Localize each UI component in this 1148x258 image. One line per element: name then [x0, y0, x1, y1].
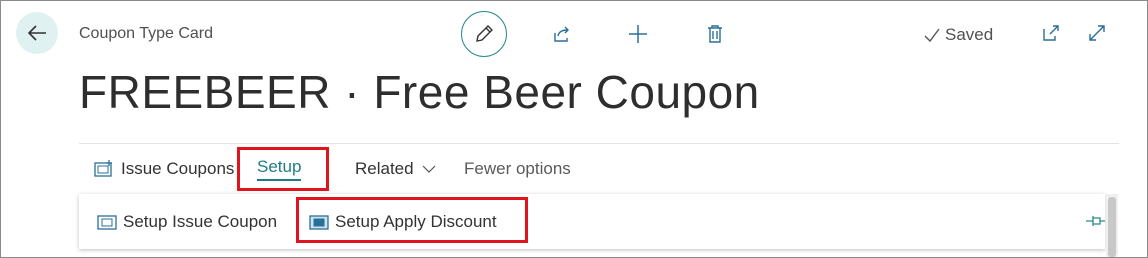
edit-button[interactable]	[461, 11, 507, 57]
setup-issue-coupon-label: Setup Issue Coupon	[123, 211, 278, 231]
fewer-options-label: Fewer options	[464, 159, 571, 178]
issue-coupons-label: Issue Coupons	[121, 159, 235, 178]
new-button[interactable]	[615, 11, 661, 57]
save-status: Saved	[923, 25, 993, 45]
open-in-new-window-icon	[1043, 25, 1059, 41]
plus-icon	[629, 25, 647, 43]
page-frame: Coupon Type Card Saved FREEBEER · Free B…	[0, 0, 1148, 258]
related-label: Related	[355, 159, 414, 178]
action-bar: Issue Coupons Setup Related Fewer option…	[79, 147, 1119, 191]
open-new-window-button[interactable]	[1041, 23, 1061, 48]
coupon-icon	[97, 214, 117, 230]
back-button[interactable]	[16, 12, 58, 54]
arrow-left-icon	[27, 25, 46, 41]
pin-button[interactable]	[1085, 213, 1107, 234]
checkmark-icon	[924, 28, 940, 43]
share-icon	[554, 26, 569, 42]
delete-button[interactable]	[692, 11, 738, 57]
highlight-box-setup	[237, 147, 329, 191]
highlight-box-apply-discount	[296, 197, 528, 243]
page-caption: Coupon Type Card	[79, 25, 214, 42]
share-button[interactable]	[539, 11, 585, 57]
coupon-issue-icon	[94, 160, 112, 177]
setup-submenu: Setup Issue Coupon Setup Apply Discount	[79, 194, 1105, 249]
related-menu[interactable]: Related	[355, 147, 436, 191]
save-status-label: Saved	[945, 25, 994, 44]
page-title: FREEBEER · Free Beer Coupon	[79, 66, 760, 118]
issue-coupons-action[interactable]: Issue Coupons	[93, 147, 234, 191]
expand-icon	[1089, 25, 1105, 41]
fewer-options-button[interactable]: Fewer options	[464, 147, 571, 191]
chevron-down-icon	[422, 165, 436, 173]
expand-button[interactable]	[1087, 23, 1107, 48]
scrollbar-thumb[interactable]	[1108, 197, 1116, 257]
setup-issue-coupon-item[interactable]: Setup Issue Coupon	[97, 194, 277, 249]
trash-icon	[708, 25, 722, 43]
pin-icon	[1086, 216, 1105, 226]
pencil-icon	[476, 25, 493, 42]
divider	[79, 143, 1119, 144]
